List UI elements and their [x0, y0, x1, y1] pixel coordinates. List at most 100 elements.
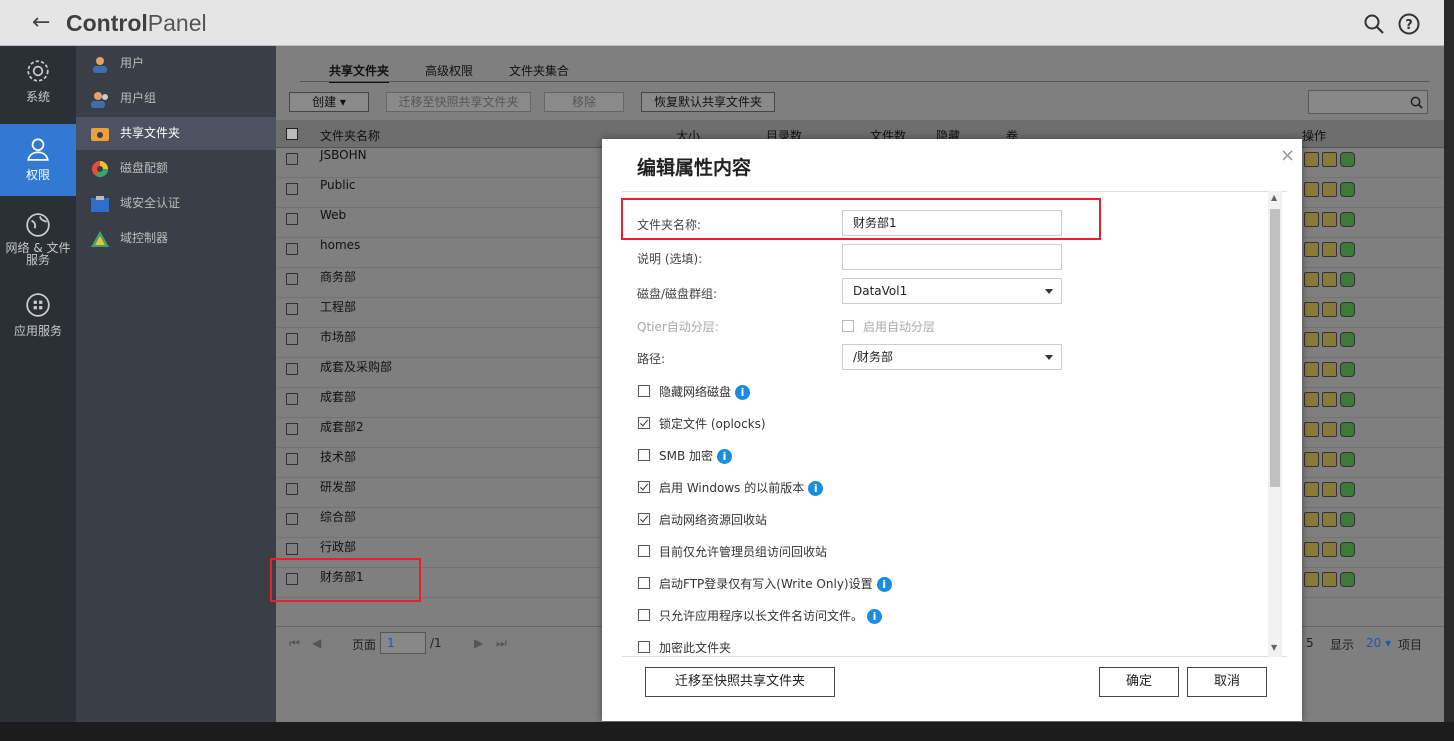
back-arrow-icon[interactable]: ← [32, 10, 50, 35]
info-icon[interactable]: i [867, 609, 883, 624]
row-checkbox[interactable] [286, 453, 298, 465]
dialog-scrollbar[interactable]: ▲ ▼ [1268, 191, 1282, 657]
remove-button[interactable]: 移除 [544, 92, 624, 112]
refresh-icon[interactable] [1340, 542, 1355, 557]
scroll-down-icon[interactable]: ▼ [1271, 643, 1277, 652]
row-checkbox[interactable] [286, 333, 298, 345]
description-input[interactable] [842, 244, 1062, 270]
edit-icon[interactable] [1304, 242, 1319, 257]
option-checkbox[interactable] [638, 545, 650, 557]
permissions-icon[interactable] [1322, 272, 1337, 287]
row-checkbox[interactable] [286, 483, 298, 495]
edit-icon[interactable] [1304, 272, 1319, 287]
row-checkbox[interactable] [286, 243, 298, 255]
refresh-icon[interactable] [1340, 572, 1355, 587]
search-input[interactable] [1308, 90, 1428, 114]
edit-icon[interactable] [1304, 152, 1319, 167]
edit-icon[interactable] [1304, 452, 1319, 467]
option-checkbox[interactable] [638, 417, 650, 429]
row-checkbox[interactable] [286, 303, 298, 315]
row-checkbox[interactable] [286, 273, 298, 285]
page-number-input[interactable]: 1 [380, 632, 426, 654]
permissions-icon[interactable] [1322, 242, 1337, 257]
select-all-checkbox[interactable] [286, 128, 298, 140]
subnav-domain-auth[interactable]: 域安全认证 [76, 187, 276, 220]
subnav-shared-folders[interactable]: 共享文件夹 [76, 117, 276, 150]
permissions-icon[interactable] [1322, 482, 1337, 497]
migrate-snapshot-dialog-button[interactable]: 迁移至快照共享文件夹 [645, 667, 835, 697]
refresh-icon[interactable] [1340, 392, 1355, 407]
first-page-icon[interactable]: ⏮ [289, 636, 300, 651]
row-checkbox[interactable] [286, 213, 298, 225]
subnav-quota[interactable]: 磁盘配额 [76, 152, 276, 185]
edit-icon[interactable] [1304, 362, 1319, 377]
refresh-icon[interactable] [1340, 512, 1355, 527]
edit-icon[interactable] [1304, 512, 1319, 527]
option-checkbox[interactable] [638, 641, 650, 653]
close-icon[interactable]: × [1280, 145, 1295, 166]
permissions-icon[interactable] [1322, 152, 1337, 167]
row-checkbox[interactable] [286, 423, 298, 435]
last-page-icon[interactable]: ⏭ [496, 636, 507, 651]
permissions-icon[interactable] [1322, 452, 1337, 467]
permissions-icon[interactable] [1322, 542, 1337, 557]
cancel-button[interactable]: 取消 [1187, 667, 1267, 697]
scrollbar-thumb[interactable] [1270, 209, 1280, 487]
ok-button[interactable]: 确定 [1099, 667, 1179, 697]
permissions-icon[interactable] [1322, 422, 1337, 437]
refresh-icon[interactable] [1340, 212, 1355, 227]
migrate-snapshot-button[interactable]: 迁移至快照共享文件夹 [386, 92, 531, 112]
row-checkbox[interactable] [286, 393, 298, 405]
subnav-domain-controller[interactable]: 域控制器 [76, 222, 276, 255]
row-checkbox[interactable] [286, 363, 298, 375]
nav-app-services[interactable]: 应用服务 [0, 292, 76, 342]
permissions-icon[interactable] [1322, 182, 1337, 197]
option-checkbox[interactable] [638, 481, 650, 493]
qtier-checkbox[interactable] [842, 320, 854, 332]
next-page-icon[interactable]: ▶ [474, 636, 483, 650]
refresh-icon[interactable] [1340, 272, 1355, 287]
permissions-icon[interactable] [1322, 362, 1337, 377]
info-icon[interactable]: i [876, 577, 892, 592]
per-page-select[interactable]: 20 ▾ [1366, 636, 1391, 650]
disk-select[interactable]: DataVol1 [842, 278, 1062, 304]
option-checkbox[interactable] [638, 513, 650, 525]
permissions-icon[interactable] [1322, 512, 1337, 527]
row-checkbox[interactable] [286, 513, 298, 525]
subnav-groups[interactable]: 用户组 [76, 82, 276, 115]
subnav-users[interactable]: 用户 [76, 47, 276, 80]
path-select[interactable]: /财务部 [842, 344, 1062, 370]
refresh-icon[interactable] [1340, 422, 1355, 437]
search-icon[interactable] [1362, 12, 1386, 36]
nav-system[interactable]: 系统 [0, 58, 76, 118]
scroll-up-icon[interactable]: ▲ [1271, 193, 1277, 202]
permissions-icon[interactable] [1322, 302, 1337, 317]
refresh-icon[interactable] [1340, 302, 1355, 317]
help-icon[interactable]: ? [1397, 12, 1421, 36]
option-checkbox[interactable] [638, 609, 650, 621]
edit-icon[interactable] [1304, 302, 1319, 317]
permissions-icon[interactable] [1322, 392, 1337, 407]
permissions-icon[interactable] [1322, 212, 1337, 227]
row-checkbox[interactable] [286, 153, 298, 165]
tab-shared-folders[interactable]: 共享文件夹 [329, 62, 390, 83]
edit-icon[interactable] [1304, 482, 1319, 497]
row-checkbox[interactable] [286, 543, 298, 555]
refresh-icon[interactable] [1340, 362, 1355, 377]
nav-permissions[interactable]: 权限 [0, 124, 76, 196]
prev-page-icon[interactable]: ◀ [312, 636, 321, 650]
info-icon[interactable]: i [808, 481, 824, 496]
permissions-icon[interactable] [1322, 572, 1337, 587]
refresh-icon[interactable] [1340, 242, 1355, 257]
edit-icon[interactable] [1304, 542, 1319, 557]
tab-folder-aggregation[interactable]: 文件夹集合 [509, 62, 569, 79]
edit-icon[interactable] [1304, 212, 1319, 227]
refresh-icon[interactable] [1340, 482, 1355, 497]
edit-icon[interactable] [1304, 182, 1319, 197]
col-name[interactable]: 文件夹名称 [320, 127, 380, 144]
restore-default-button[interactable]: 恢复默认共享文件夹 [641, 92, 775, 112]
edit-icon[interactable] [1304, 572, 1319, 587]
option-checkbox[interactable] [638, 449, 650, 461]
option-checkbox[interactable] [638, 577, 650, 589]
refresh-icon[interactable] [1340, 452, 1355, 467]
